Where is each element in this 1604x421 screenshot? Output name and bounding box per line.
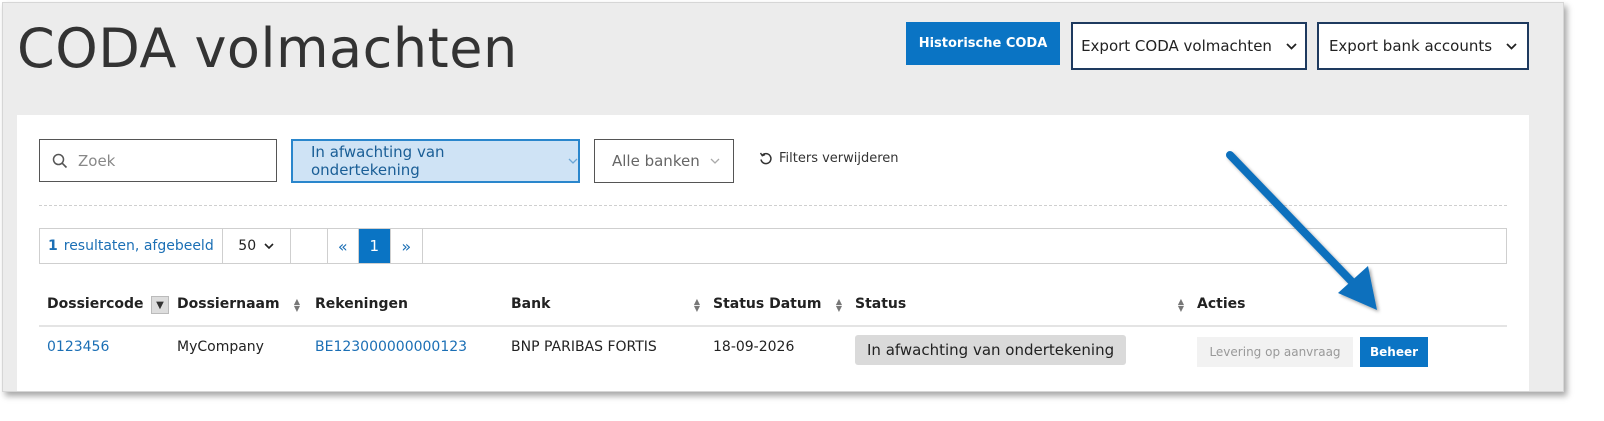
page-title: CODA volmachten xyxy=(17,17,518,80)
page-button-current[interactable]: 1 xyxy=(358,229,391,263)
chevron-down-icon xyxy=(1286,42,1297,50)
status-badge: In afwachting van ondertekening xyxy=(855,335,1127,365)
page-size-value: 50 xyxy=(238,238,257,254)
rekeningen-link[interactable]: BE123000000000123 xyxy=(315,339,467,355)
sort-icon[interactable]: ▲ ▼ xyxy=(1175,298,1187,313)
results-summary: 1 resultaten, afgebeeld xyxy=(40,229,223,263)
dossiercode-link[interactable]: 0123456 xyxy=(47,339,109,355)
pager-gap xyxy=(291,229,327,263)
bank-filter-label: Alle banken xyxy=(612,152,700,170)
export-coda-button[interactable]: Export CODA volmachten xyxy=(1071,22,1307,70)
column-header-dossiernaam[interactable]: Dossiernaam xyxy=(177,296,280,312)
dossiernaam-cell: MyCompany xyxy=(177,339,264,355)
historic-coda-button[interactable]: Historische CODA xyxy=(906,22,1060,65)
search-icon xyxy=(52,153,68,168)
page-size-select[interactable]: 50 xyxy=(223,229,291,263)
search-input[interactable] xyxy=(78,151,258,170)
sort-icon[interactable]: ▲ ▼ xyxy=(833,298,845,313)
results-count: 1 xyxy=(48,238,58,254)
bank-filter-dropdown[interactable]: Alle banken xyxy=(594,139,734,183)
reset-icon xyxy=(759,152,772,164)
sort-desc-icon[interactable]: ▼ xyxy=(151,296,169,314)
first-page-button[interactable]: « xyxy=(326,229,359,263)
next-page-button[interactable]: » xyxy=(391,229,423,263)
export-coda-label: Export CODA volmachten xyxy=(1081,37,1272,55)
clear-filters-button[interactable]: Filters verwijderen xyxy=(759,151,899,166)
column-header-status[interactable]: Status xyxy=(855,296,906,312)
sort-icon[interactable]: ▲ ▼ xyxy=(691,298,703,313)
column-header-acties: Acties xyxy=(1197,296,1246,312)
table-header: Dossiercode ▼ Dossiernaam ▲ ▼ Rekeningen … xyxy=(39,287,1507,327)
clear-filters-label: Filters verwijderen xyxy=(779,151,899,166)
coda-table: Dossiercode ▼ Dossiernaam ▲ ▼ Rekeningen … xyxy=(39,287,1507,371)
chevron-down-icon xyxy=(710,158,720,164)
sort-icon[interactable]: ▲ ▼ xyxy=(291,298,303,313)
export-bank-accounts-button[interactable]: Export bank accounts xyxy=(1317,22,1529,70)
results-label: resultaten, afgebeeld xyxy=(63,238,214,254)
status-datum-cell: 18-09-2026 xyxy=(713,339,795,355)
chevron-down-icon xyxy=(1506,42,1517,50)
pagination-bar: 1 resultaten, afgebeeld 50 « 1 » xyxy=(39,228,1507,264)
bank-cell: BNP PARIBAS FORTIS xyxy=(511,339,657,355)
delivery-on-request-button: Levering op aanvraag xyxy=(1197,337,1353,367)
content-card: In afwachting van ondertekening Alle ban… xyxy=(17,115,1529,391)
search-field[interactable] xyxy=(39,139,277,182)
manage-button[interactable]: Beheer xyxy=(1360,337,1428,367)
status-filter-label: In afwachting van ondertekening xyxy=(311,143,445,179)
filters-divider xyxy=(39,205,1507,206)
export-bank-label: Export bank accounts xyxy=(1328,37,1493,55)
column-header-rekeningen[interactable]: Rekeningen xyxy=(315,296,408,312)
chevron-down-icon xyxy=(264,243,274,249)
column-header-status-datum[interactable]: Status Datum xyxy=(713,296,821,312)
status-filter-dropdown[interactable]: In afwachting van ondertekening xyxy=(291,139,580,183)
table-row: 0123456 MyCompany BE123000000000123 BNP … xyxy=(39,327,1507,371)
chevron-down-icon xyxy=(568,158,578,164)
column-header-dossiercode[interactable]: Dossiercode xyxy=(47,296,144,312)
column-header-bank[interactable]: Bank xyxy=(511,296,550,312)
page-frame: CODA volmachten Historische CODA Export … xyxy=(2,2,1564,392)
